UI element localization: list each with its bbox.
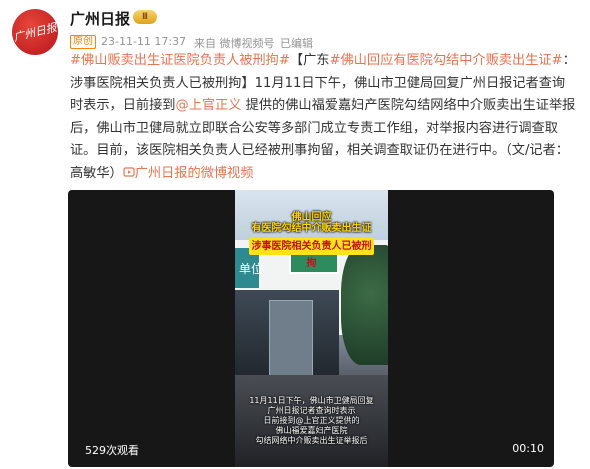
original-tag: 原创 [70, 35, 96, 49]
vip-badge-icon[interactable]: Ⅱ [133, 10, 157, 24]
video-caption-top: 佛山回应 有医院勾结中介贩卖出生证 [235, 212, 388, 234]
video-caption-line1: 佛山回应 [291, 212, 332, 223]
subtitle-line: 广州日报记者查询时表示 [267, 406, 356, 415]
video-player[interactable]: 单位 佛山回应 有医院勾结中介贩卖出生证 涉事医院相关负责人已被刑拘 11月11… [68, 190, 554, 467]
post-source[interactable]: 来自 微博视频号 [194, 35, 275, 51]
edited-label[interactable]: 已编辑 [280, 35, 313, 51]
post-time[interactable]: 23-11-11 17:37 [101, 35, 186, 48]
video-link-label: 广州日报的微博视频 [134, 165, 254, 181]
subtitle-line: 勾结网络中介贩卖出生证举报后 [255, 436, 368, 445]
poster-tree [341, 245, 388, 365]
post-text-segment: 【广东 [289, 53, 330, 68]
avatar[interactable]: 广州日报 [12, 9, 58, 55]
vip-badge-text: Ⅱ [142, 12, 148, 22]
subtitle-line: 日前接到@上官正义提供的 [263, 416, 360, 425]
video-subtitle: 11月11日下午，佛山市卫健局回复 广州日报记者查询时表示 日前接到@上官正义提… [237, 396, 386, 446]
mention-link[interactable]: @上官正义 [176, 98, 242, 113]
video-caption-highlight: 涉事医院相关负责人已被刑拘 [249, 238, 374, 269]
topic-link-2[interactable]: #佛山回应有医院勾结中介贩卖出生证# [329, 53, 562, 68]
video-poster: 单位 佛山回应 有医院勾结中介贩卖出生证 涉事医院相关负责人已被刑拘 11月11… [235, 190, 388, 467]
poster-sign-text: 单位 [239, 262, 264, 276]
post-text: #佛山贩卖出生证医院负责人被刑拘#【广东#佛山回应有医院勾结中介贩卖出生证#：涉… [70, 50, 578, 185]
user-name[interactable]: 广州日报 [70, 8, 130, 29]
weibo-post-card: 广州日报 广州日报 Ⅱ 原创 23-11-11 17:37 来自 微博视频号 已… [0, 0, 590, 469]
poster-door [269, 300, 313, 377]
video-link[interactable]: 广州日报的微博视频 [123, 165, 254, 181]
video-duration: 00:10 [512, 442, 544, 455]
view-count: 529次观看 [85, 444, 139, 457]
subtitle-line: 佛山福爱嘉妇产医院 [275, 426, 348, 435]
video-caption-line2: 有医院勾结中介贩卖出生证 [251, 223, 372, 234]
subtitle-line: 11月11日下午，佛山市卫健局回复 [249, 396, 374, 405]
video-link-icon [123, 166, 135, 177]
avatar-logo-text: 广州日报 [12, 20, 58, 45]
topic-link-1[interactable]: #佛山贩卖出生证医院负责人被刑拘# [70, 53, 290, 68]
